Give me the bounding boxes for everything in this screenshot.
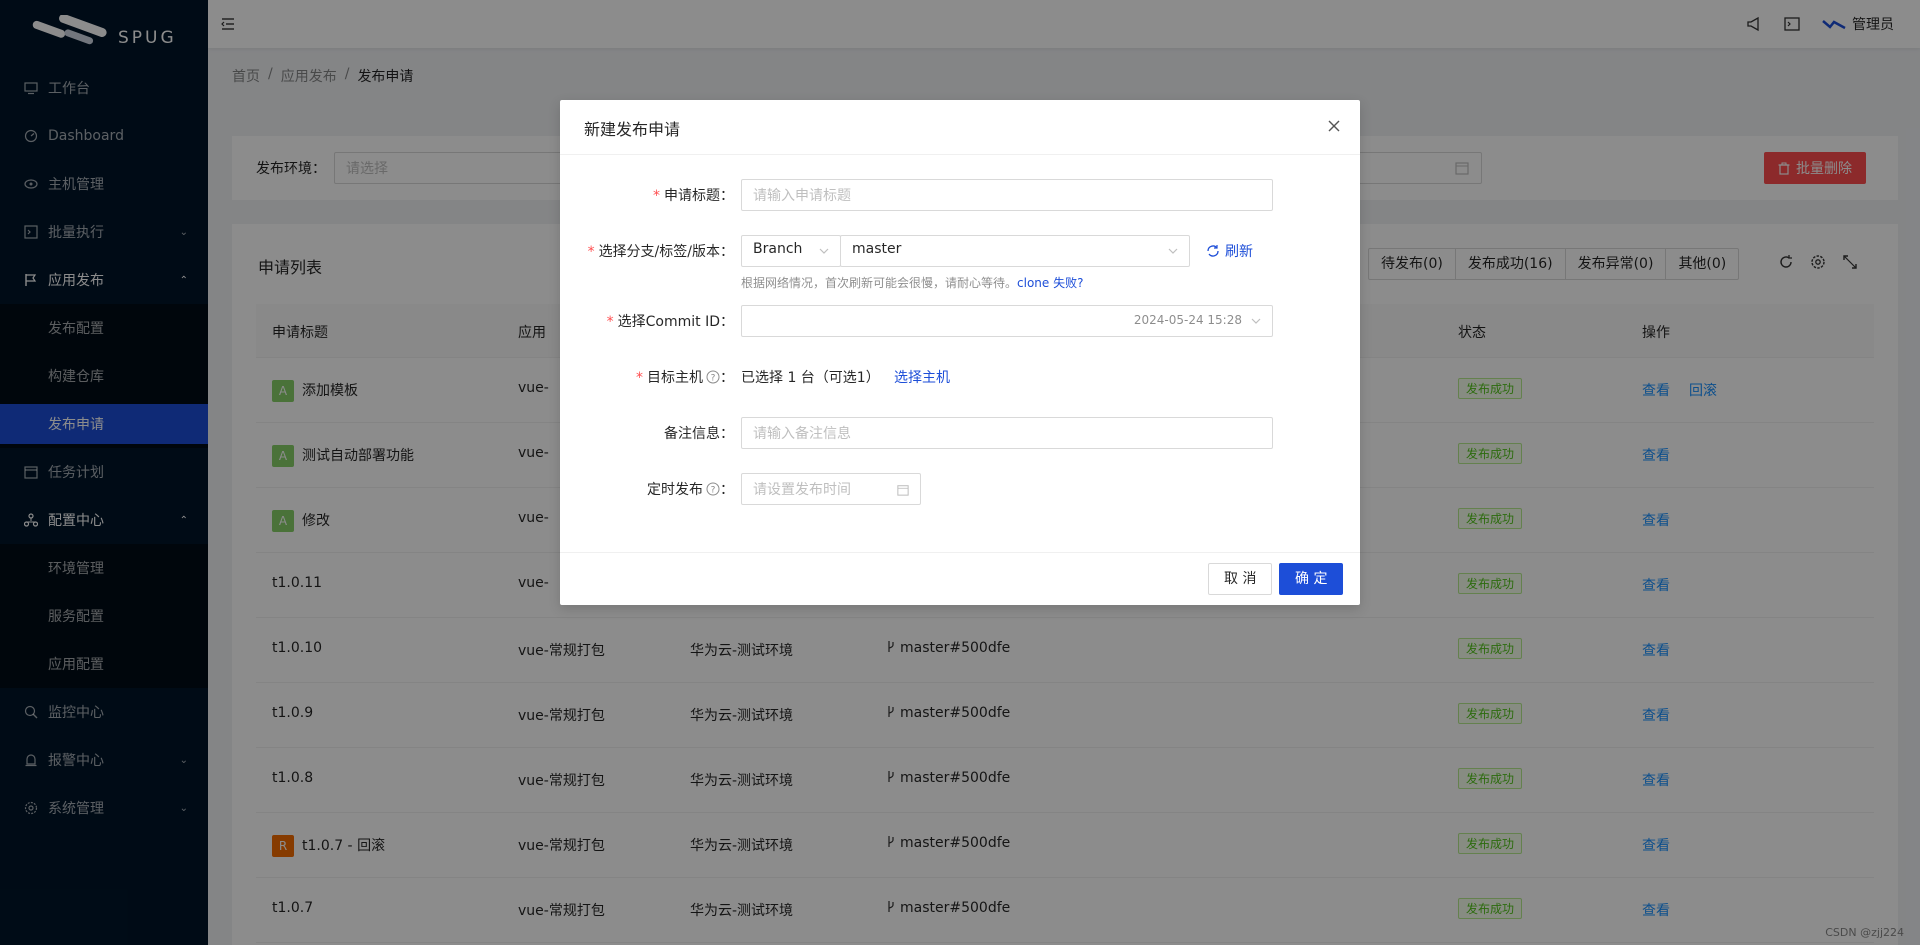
chevron-down-icon [1251, 318, 1261, 324]
sync-icon [1207, 245, 1219, 257]
branch-select[interactable]: master [840, 235, 1190, 267]
form-row-host: * 目标主机?： 已选择 1 台（可选1） 选择主机 [560, 361, 1360, 393]
branch-value: master [852, 241, 902, 257]
close-icon[interactable] [1326, 118, 1342, 134]
form-row-schedule: 定时发布?： 请设置发布时间 [560, 473, 1360, 505]
question-circle-icon[interactable]: ? [706, 482, 720, 496]
select-host-link[interactable]: 选择主机 [894, 367, 950, 387]
branch-type-select[interactable]: Branch [741, 235, 841, 267]
ok-button[interactable]: 确 定 [1279, 563, 1344, 595]
schedule-time-picker[interactable]: 请设置发布时间 [741, 473, 921, 505]
branch-label: * 选择分支/标签/版本： [587, 244, 734, 260]
host-label: * 目标主机?： [636, 370, 734, 386]
new-request-modal: 新建发布申请 * 申请标题： 请输入申请标题 * 选择分支/标签/版本： Branc… [560, 100, 1360, 605]
clone-failed-link[interactable]: clone 失败? [1017, 276, 1083, 290]
form-row-branch: * 选择分支/标签/版本： Branch master 刷新 [560, 235, 1360, 267]
branch-type-value: Branch [753, 241, 803, 257]
title-label: * 申请标题： [653, 188, 734, 204]
form-row-title: * 申请标题： 请输入申请标题 [560, 179, 1360, 211]
title-input[interactable]: 请输入申请标题 [741, 179, 1273, 211]
refresh-button[interactable]: 刷新 [1206, 241, 1253, 261]
schedule-label: 定时发布?： [647, 482, 734, 498]
remark-input[interactable]: 请输入备注信息 [741, 417, 1273, 449]
svg-text:?: ? [711, 374, 716, 384]
modal-footer: 取 消 确 定 [560, 552, 1360, 605]
remark-label: 备注信息： [664, 426, 734, 442]
chevron-down-icon [1168, 248, 1178, 254]
commit-label: * 选择Commit ID： [606, 314, 734, 330]
commit-value: 2024-05-24 15:28 [1133, 313, 1242, 327]
commit-select[interactable]: 2024-05-24 15:28 [741, 305, 1273, 337]
svg-text:?: ? [711, 486, 716, 496]
form-row-remark: 备注信息： 请输入备注信息 [560, 417, 1360, 449]
schedule-placeholder: 请设置发布时间 [753, 482, 851, 498]
chevron-down-icon [819, 248, 829, 254]
form-row-commit: * 选择Commit ID： 2024-05-24 15:28 [560, 305, 1360, 337]
modal-header: 新建发布申请 [560, 100, 1360, 155]
branch-help: 根据网络情况，首次刷新可能会很慢，请耐心等待。clone 失败? [741, 274, 1083, 291]
calendar-icon [897, 485, 909, 496]
modal-title: 新建发布申请 [584, 120, 681, 139]
host-selected-text: 已选择 1 台（可选1） [741, 370, 880, 386]
branch-hint: 根据网络情况，首次刷新可能会很慢，请耐心等待。 [741, 276, 1018, 290]
cancel-button[interactable]: 取 消 [1208, 563, 1273, 595]
question-circle-icon[interactable]: ? [706, 370, 720, 384]
refresh-label: 刷新 [1225, 244, 1253, 260]
